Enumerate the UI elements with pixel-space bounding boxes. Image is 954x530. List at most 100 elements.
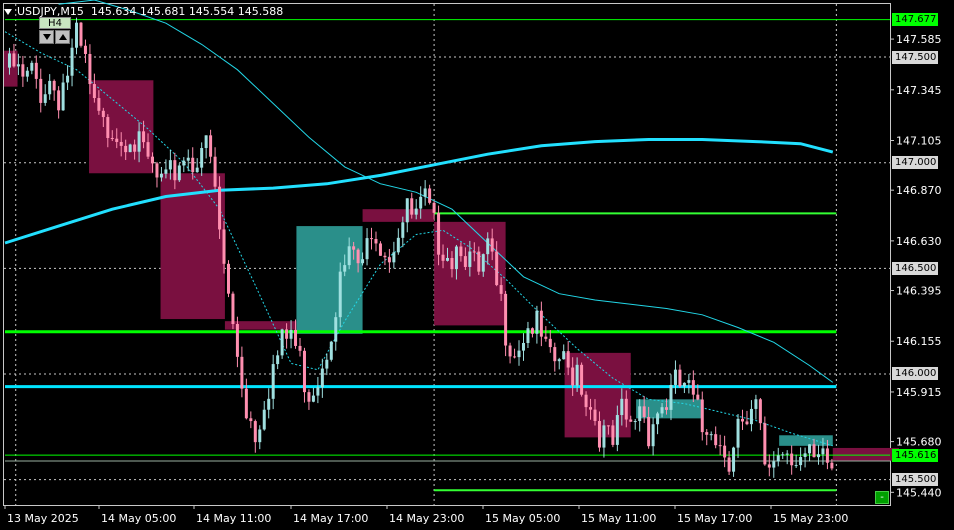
candle-body <box>48 80 52 95</box>
candle-body <box>146 142 150 157</box>
candle-body <box>696 394 700 400</box>
candle-body <box>450 257 454 270</box>
trading-chart[interactable]: 147.585 147.345 147.105 146.870 146.630 146.3… <box>0 0 954 530</box>
candle-body <box>732 447 736 472</box>
h4-candle-box <box>296 226 363 334</box>
candle-body <box>539 310 543 337</box>
candle-body <box>548 338 552 348</box>
candle-body <box>749 408 753 425</box>
candle-body <box>553 347 557 362</box>
arrow-up-icon <box>59 34 67 40</box>
candle-body <box>235 324 239 357</box>
candle-body <box>544 336 548 339</box>
candle-body <box>665 407 669 410</box>
h4-candle-box <box>224 321 297 330</box>
candle-body <box>714 434 718 446</box>
candle-body <box>200 148 204 168</box>
time-axis-tick-label: 14 May 17:00 <box>293 512 368 525</box>
candle-body <box>177 165 181 181</box>
timeframe-badge[interactable]: H4 <box>39 17 71 29</box>
candle-body <box>611 425 615 445</box>
candle-body <box>21 64 25 77</box>
candle-body <box>30 62 34 71</box>
candle-body <box>173 160 177 181</box>
candle-body <box>718 445 722 447</box>
candle-body <box>593 409 597 422</box>
candle-body <box>642 406 646 417</box>
candle-body <box>338 271 342 318</box>
candle-body <box>651 424 655 447</box>
candle-body <box>204 135 208 149</box>
timeframe-up-button[interactable] <box>55 30 70 44</box>
candle-body <box>258 429 262 443</box>
timeframe-switcher[interactable]: H4 <box>39 17 71 46</box>
candle-body <box>705 432 709 435</box>
candle-body <box>164 169 168 174</box>
candle-body <box>437 212 441 255</box>
candle-body <box>825 448 829 463</box>
dropdown-triangle-icon[interactable] <box>4 9 12 15</box>
candle-body <box>392 252 396 263</box>
candle-body <box>61 82 65 111</box>
candle-body <box>195 167 199 173</box>
price-level-label: 147.500 <box>892 50 938 64</box>
candle-body <box>745 421 749 425</box>
candle-body <box>754 399 758 409</box>
candle-body <box>615 415 619 445</box>
time-axis-tick-label: 15 May 11:00 <box>581 512 656 525</box>
candle-body <box>830 462 834 469</box>
time-axis-tick-label: 15 May 23:00 <box>773 512 848 525</box>
candle-body <box>446 257 449 261</box>
time-axis-tick-label: 14 May 11:00 <box>196 512 271 525</box>
candle-body <box>70 47 74 76</box>
candle-body <box>468 251 472 267</box>
candle-body <box>656 413 660 425</box>
candle-body <box>329 341 333 360</box>
candle-body <box>589 407 593 410</box>
candle-body <box>803 453 807 457</box>
candle-body <box>159 173 163 178</box>
price-axis-tick-label: 146.630 <box>896 235 942 248</box>
price-level-label: 146.000 <box>892 367 938 381</box>
candle-body <box>280 329 284 356</box>
timeframe-down-button[interactable] <box>39 30 54 44</box>
candle-body <box>432 202 436 213</box>
candle-body <box>490 238 494 252</box>
candle-body <box>794 465 798 467</box>
candle-body <box>463 256 467 267</box>
price-axis-tick-label: 147.105 <box>896 135 942 148</box>
price-chart-canvas[interactable]: 147.585 147.345 147.105 146.870 146.630 146.3… <box>0 0 954 530</box>
candle-body <box>137 131 141 152</box>
candle-body <box>396 237 400 253</box>
candle-body <box>481 254 485 272</box>
candle-body <box>302 350 306 393</box>
chart-corner-button[interactable]: - <box>875 491 889 504</box>
candle-body <box>517 350 521 358</box>
candle-body <box>638 406 642 422</box>
candle-body <box>66 75 70 83</box>
candle-body <box>334 317 338 342</box>
candle-body <box>727 457 731 472</box>
candle-body <box>526 328 530 343</box>
price-axis-tick-label: 145.440 <box>896 486 942 499</box>
candle-body <box>97 98 101 111</box>
candle-body <box>405 198 409 223</box>
candle-body <box>562 351 566 360</box>
time-axis-tick-label: 13 May 2025 <box>7 512 79 525</box>
candle-body <box>271 364 275 399</box>
time-axis-tick-label: 15 May 05:00 <box>485 512 560 525</box>
candle-body <box>298 345 302 351</box>
time-axis-tick-label: 15 May 17:00 <box>677 512 752 525</box>
candle-body <box>383 255 387 258</box>
candle-body <box>347 246 351 266</box>
price-level-label: 147.677 <box>892 13 938 27</box>
candle-body <box>249 418 253 422</box>
candle-body <box>213 156 217 187</box>
candle-body <box>142 131 146 143</box>
candle-body <box>276 355 280 365</box>
candle-body <box>151 156 154 164</box>
candle-body <box>316 387 320 396</box>
candle-body <box>687 380 691 383</box>
candle-body <box>25 70 29 77</box>
candle-body <box>222 229 226 264</box>
